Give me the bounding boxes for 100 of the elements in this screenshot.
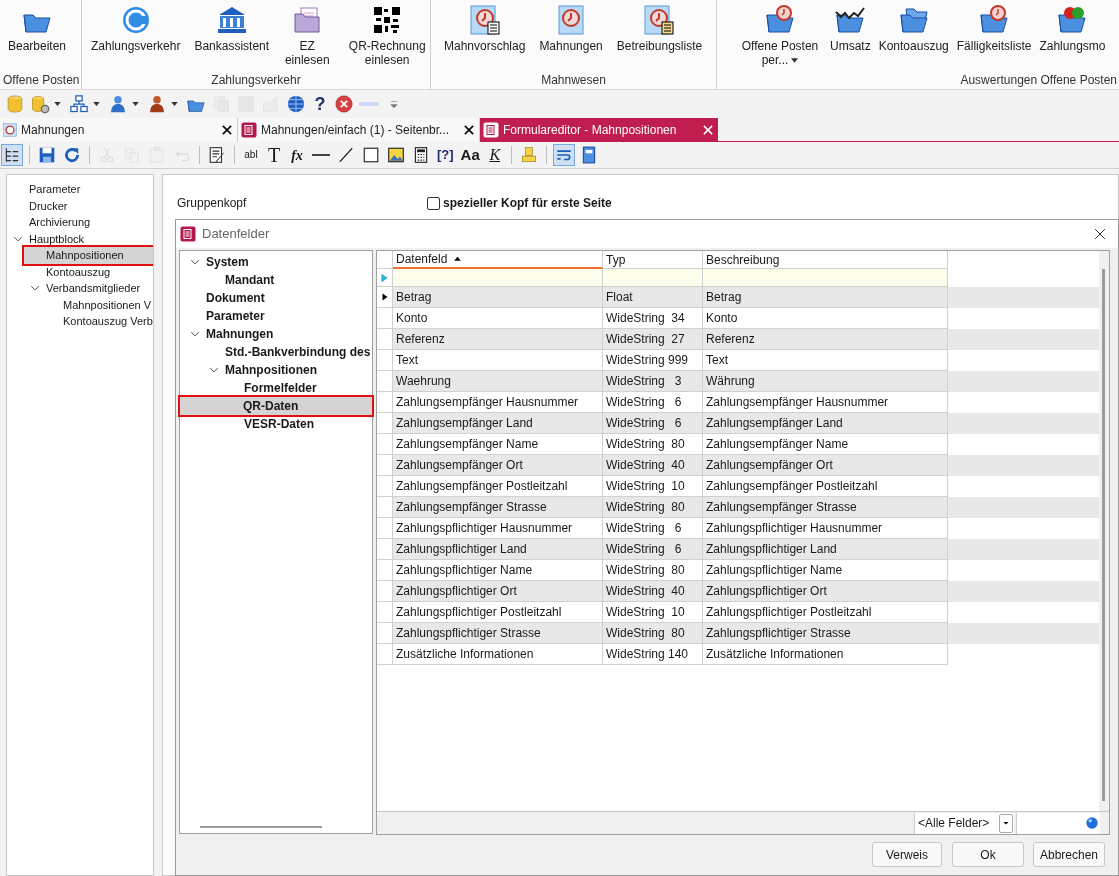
ribbon-button[interactable]: Zahlungsmo [1038,0,1107,53]
calculator-icon [412,146,430,164]
caret-icon [54,102,61,106]
tree-item[interactable]: Mahnungen [204,325,276,343]
filter-cell[interactable] [393,269,603,287]
close-icon [463,124,475,136]
dialog-button[interactable]: Verweis [872,842,942,867]
clock-icon [3,123,17,137]
database-gear-icon [30,94,50,114]
row-indicator[interactable] [377,287,393,308]
stamp-icon [519,146,538,164]
ribbon-button[interactable]: Mahnvorschlag [443,0,527,53]
tree-item[interactable]: Formelfelder [242,379,319,397]
tab[interactable]: Mahnungen/einfach (1) - Seitenbr... [238,118,480,142]
clock-document-icon [468,4,501,36]
tree-item[interactable]: Verbandsmitglieder [44,280,143,297]
ribbon-button[interactable]: Fälligkeitsliste [955,0,1033,53]
toolbar-button[interactable]: T [264,144,284,166]
tree-item[interactable]: Mahnpositionen [24,247,153,264]
toolbar-button[interactable]: abl [241,144,261,166]
dialog-button[interactable]: Ok [952,842,1024,867]
clock-list-icon [643,4,676,36]
tree-item[interactable]: Mahnpositionen [223,361,319,379]
ribbon-button[interactable]: Bearbeiten [7,0,68,53]
search-icon [1085,816,1099,830]
form-icon [180,226,196,242]
person-icon [108,94,128,114]
caret-icon [93,102,100,106]
ribbon-button[interactable]: QR-Rechnung einlesen [344,0,430,67]
scrollbar[interactable] [1099,251,1109,811]
field-filter-dropdown[interactable]: <Alle Felder> [914,812,1014,834]
network-icon [69,94,89,114]
toolbar-button[interactable]: Aa [458,144,482,166]
tree-item[interactable]: Hauptblock [27,230,87,247]
ribbon-button[interactable]: Offene Posten per... [737,0,823,67]
caret-icon [171,102,178,106]
toolbar-button[interactable]: fx [287,144,307,166]
form-icon [241,122,257,138]
edit-icon [208,146,226,164]
tab-close-button[interactable] [221,124,233,136]
checkbox[interactable]: spezieller Kopf für erste Seite [427,194,612,212]
toolbar-button[interactable]: [?] [435,144,456,166]
caret-icon [791,58,799,64]
filter-cell[interactable] [603,269,703,287]
diagonal-line-icon [337,146,355,164]
form-icon [483,122,499,138]
tree-item[interactable]: QR-Daten [180,397,372,415]
toolbar-button[interactable]: K [484,144,505,166]
scrollbar-thumb[interactable] [200,826,322,828]
database-icon [5,94,25,114]
caret-icon [132,102,139,106]
bank-icon [215,4,248,36]
folder-clock-icon [978,4,1011,36]
tree-item[interactable]: VESR-Daten [242,415,316,433]
tree-item[interactable]: Drucker [27,197,70,214]
toolbar-button[interactable] [1,144,23,166]
toolbar-button[interactable]: ? [310,93,330,115]
tab[interactable]: Formulareditor - Mahnpositionen [480,118,718,142]
tree-icon [3,146,21,164]
ribbon-button[interactable]: Umsatz [829,0,872,53]
save-icon [38,146,56,164]
dialog-button[interactable]: Abbrechen [1033,842,1105,867]
ribbon-group-label: Zahlungsverkehr [210,73,302,89]
filter-row-icon [380,271,389,284]
tree-item[interactable]: Mandant [223,271,277,289]
ribbon-button[interactable]: Zahlungsverkehr [90,0,182,53]
tree-item[interactable]: System [204,253,251,271]
ribbon-button[interactable]: Kontoauszug [877,0,950,53]
tree-item[interactable]: Archivierung [27,214,93,231]
caret-icon [1002,819,1010,827]
tree-item[interactable]: Kontoauszug [44,263,113,280]
tree-item[interactable]: Kontoauszug Verb [61,313,153,330]
stop-icon [334,94,354,114]
ribbon-group-label: Auswertungen Offene Posten [959,73,1118,89]
ribbon-button[interactable]: Mahnungen [538,0,604,53]
close-icon [702,124,714,136]
refresh-icon [63,146,81,164]
table-cell: Zusätzliche Informationen [393,644,603,665]
scrollbar-thumb[interactable] [1102,269,1105,801]
rectangle-icon [362,146,380,164]
tab-close-button[interactable] [463,124,475,136]
checkbox-box[interactable] [427,196,440,210]
folder-coin-icon [1056,4,1089,36]
dialog-title: Datenfelder [202,225,271,244]
tab[interactable]: Mahnungen [0,118,238,142]
folder-clock-icon [764,4,796,36]
ribbon-button[interactable]: Betreibungsliste [615,0,704,53]
tree-item[interactable]: Parameter [27,181,83,198]
current-row-icon [380,291,389,303]
tree-item[interactable]: Parameter [204,307,267,325]
close-icon [221,124,233,136]
ribbon-button[interactable]: EZ einlesen [282,0,333,67]
sort-up-icon [453,254,463,264]
search-field[interactable] [1016,812,1100,834]
filter-cell[interactable] [703,269,948,287]
tree-item[interactable]: Std.-Bankverbindung des [223,343,373,361]
ribbon-button[interactable]: Bankassistent [193,0,271,53]
table-cell: WideString 140 [603,644,703,665]
tree-item[interactable]: Mahnpositionen V [61,296,153,313]
tree-item[interactable]: Dokument [204,289,267,307]
